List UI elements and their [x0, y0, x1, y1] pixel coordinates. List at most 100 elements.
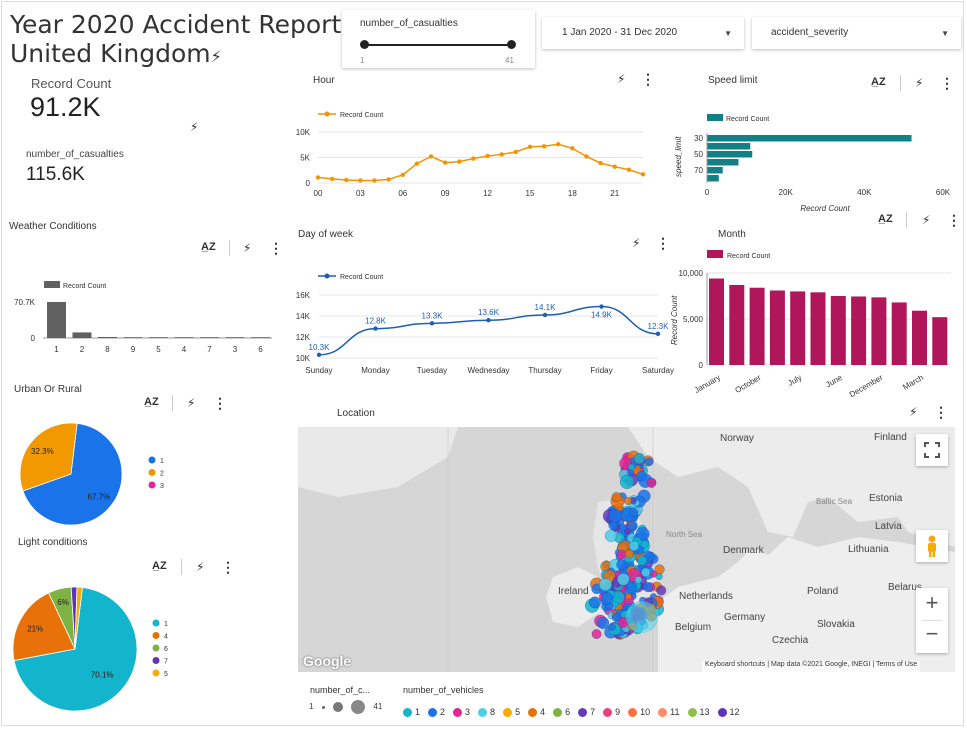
- month-xtick: January: [693, 373, 722, 395]
- urban-pie-chart: 67.7% 32.3% 1 2 3: [19, 422, 164, 526]
- map-point: [642, 582, 653, 592]
- map-data-text: Map data ©2021 Google, INEGI: [771, 661, 871, 668]
- hour-point: [329, 176, 335, 182]
- lightning-icon[interactable]: ⚡︎: [915, 76, 923, 90]
- weather-legend-label: Record Count: [63, 283, 106, 290]
- zoom-in-button[interactable]: +: [916, 590, 948, 616]
- toolbar-separator: [181, 559, 182, 575]
- more-vert-icon[interactable]: ⋮: [947, 212, 961, 229]
- vehicles-legend-item: 1: [403, 707, 420, 718]
- google-logo: Google: [303, 653, 352, 669]
- sort-az-icon[interactable]: A̲Z: [878, 213, 893, 225]
- fullscreen-button[interactable]: [916, 434, 948, 466]
- legend-dot: [717, 708, 727, 718]
- map-point: [625, 593, 632, 600]
- weather-bar: [123, 337, 143, 338]
- lightning-icon[interactable]: ⚡︎: [243, 241, 251, 255]
- day-point: [373, 326, 378, 331]
- map-point: [641, 567, 651, 578]
- hour-chart-title: Hour: [313, 75, 335, 86]
- legend-dot: [578, 708, 588, 718]
- sort-az-icon[interactable]: A̲Z: [144, 396, 159, 408]
- legend-dot: [628, 708, 638, 718]
- street-view-button[interactable]: [916, 530, 948, 562]
- lightning-icon[interactable]: ⚡︎: [632, 236, 640, 250]
- day-ytick: 12K: [296, 333, 311, 342]
- vehicles-legend-item: 6: [553, 707, 571, 718]
- light-pie-chart: 70.1% 21% 6% 1 4 6 7 5: [12, 586, 168, 712]
- urban-legend-dot: [148, 456, 156, 464]
- more-vert-icon[interactable]: ⋮: [221, 559, 235, 576]
- date-range-dropdown[interactable]: 1 Jan 2020 - 31 Dec 2020 ▼: [542, 17, 744, 49]
- weather-xtick: 1: [54, 345, 59, 354]
- lightning-icon[interactable]: ⚡︎: [187, 396, 195, 410]
- zoom-out-button[interactable]: −: [916, 621, 948, 647]
- more-vert-icon[interactable]: ⋮: [213, 395, 227, 412]
- casualties-slider-control[interactable]: number_of_casualties 1 41: [342, 10, 535, 68]
- urban-chart-title: Urban Or Rural: [14, 384, 82, 395]
- legend-label: 10: [640, 707, 651, 717]
- lightning-icon[interactable]: ⚡︎: [196, 560, 204, 574]
- more-vert-icon[interactable]: ⋮: [934, 404, 948, 421]
- light-slice-label: 70.1%: [91, 670, 114, 679]
- hour-point: [499, 152, 504, 157]
- weather-chart-title: Weather Conditions: [9, 221, 97, 232]
- map-point: [628, 463, 635, 471]
- light-slice-label: 6%: [57, 598, 69, 607]
- vehicles-legend-item: 4: [528, 707, 545, 718]
- lightning-icon[interactable]: ⚡︎: [909, 405, 917, 419]
- weather-xtick: 5: [156, 345, 161, 354]
- sort-az-icon[interactable]: A̲Z: [201, 241, 216, 253]
- hour-legend-dot: [324, 111, 330, 117]
- vehicles-legend-item: 3: [453, 707, 470, 718]
- sort-az-icon[interactable]: A̲Z: [871, 76, 886, 88]
- day-legend-dot: [324, 273, 330, 279]
- speed-bar: [707, 143, 751, 150]
- legend-label: 13: [699, 707, 710, 717]
- hour-legend-label: Record Count: [340, 112, 383, 119]
- slider-handle-min[interactable]: [360, 40, 369, 49]
- more-vert-icon[interactable]: ⋮: [269, 240, 283, 257]
- sort-az-icon[interactable]: A̲Z: [152, 560, 167, 572]
- map-point: [628, 540, 640, 552]
- location-map[interactable]: Norway Finland Estonia Latvia Lithuania …: [298, 427, 955, 672]
- slider-track[interactable]: [364, 44, 512, 46]
- vehicles-legend-item: 11: [658, 707, 680, 718]
- day-point: [486, 318, 491, 323]
- month-xtick: June: [824, 373, 844, 390]
- more-vert-icon[interactable]: ⋮: [940, 75, 954, 92]
- lightning-icon[interactable]: ⚡︎: [922, 213, 930, 227]
- map-label-czechia: Czechia: [772, 635, 809, 646]
- terms-link[interactable]: Terms of Use: [876, 661, 917, 668]
- light-legend: 1 4 6 7 5: [152, 619, 168, 678]
- day-point: [429, 321, 435, 326]
- legend-label: 6: [565, 707, 571, 717]
- month-bar: [891, 302, 907, 365]
- speed-xlabel: Record Count: [800, 204, 850, 213]
- map-label-norway: Norway: [720, 433, 754, 444]
- speed-ytick: 30: [694, 134, 703, 143]
- legend-dot: [403, 708, 412, 718]
- fullscreen-icon: [924, 442, 940, 458]
- day-chart: Record Count 16K 14K 12K 10K 10.3K Sunday 12.…: [296, 273, 674, 375]
- month-bar: [790, 291, 806, 365]
- hour-point: [386, 177, 391, 182]
- slider-max-value: 41: [505, 56, 514, 65]
- severity-dropdown[interactable]: accident_severity ▼: [752, 17, 961, 49]
- vehicles-legend-item: 10: [628, 707, 651, 718]
- hour-point: [428, 154, 434, 159]
- legend-dot: [428, 708, 438, 718]
- month-xtick: July: [786, 373, 803, 388]
- map-point: [624, 528, 632, 536]
- slider-handle-max[interactable]: [507, 40, 516, 49]
- map-point: [616, 559, 627, 570]
- lightning-icon[interactable]: ⚡︎: [617, 72, 625, 86]
- size-legend-title: number_of_c...: [310, 685, 371, 695]
- more-vert-icon[interactable]: ⋮: [641, 71, 655, 88]
- vehicles-legend-item: 2: [428, 707, 445, 718]
- keyboard-shortcuts-link[interactable]: Keyboard shortcuts: [705, 661, 765, 668]
- map-label-finland: Finland: [874, 432, 907, 443]
- day-data-label: 14.1K: [535, 303, 557, 312]
- day-xtick: Tuesday: [417, 366, 447, 375]
- map-label-netherlands: Netherlands: [679, 591, 733, 602]
